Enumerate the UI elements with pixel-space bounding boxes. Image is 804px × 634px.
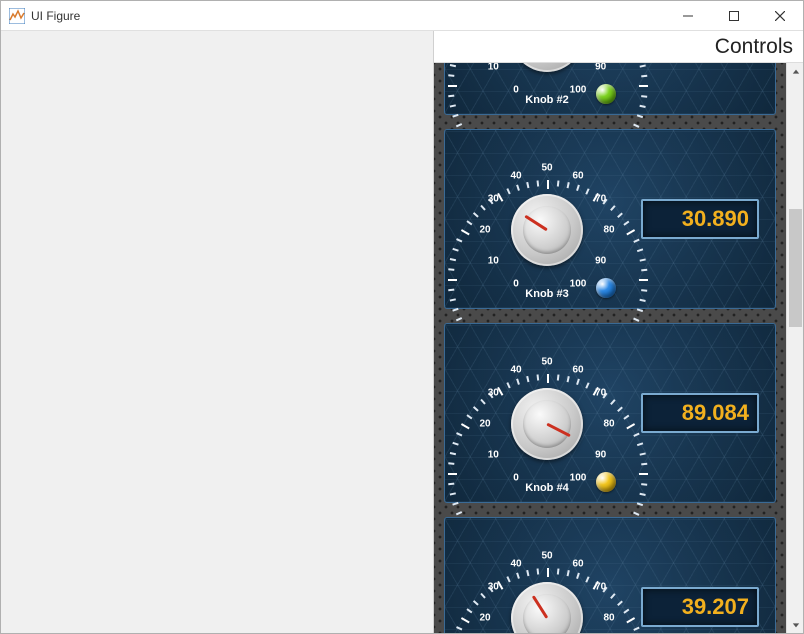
maximize-button[interactable]: [711, 1, 757, 30]
tick-label: 90: [595, 450, 606, 461]
tick-label: 40: [510, 559, 521, 570]
status-lamp: [596, 278, 616, 298]
tick-label: 0: [513, 84, 519, 95]
tick-label: 10: [488, 450, 499, 461]
tick-label: 10: [488, 63, 499, 73]
controls-scroll-area: 0102030405060708090100Knob #201020304050…: [434, 63, 786, 633]
knob-dial[interactable]: 0102030405060708090100: [515, 586, 579, 633]
scroll-down-button[interactable]: [787, 616, 803, 633]
tick-label: 40: [510, 171, 521, 182]
scroll-up-button[interactable]: [787, 63, 803, 80]
tick-label: 0: [513, 472, 519, 483]
tick-label: 90: [595, 256, 606, 267]
knob-label: Knob #2: [525, 94, 568, 106]
app-icon: [9, 8, 25, 24]
tick-label: 40: [510, 365, 521, 376]
tick-label: 10: [488, 256, 499, 267]
window-titlebar: UI Figure: [1, 1, 803, 31]
tick-label: 0: [513, 278, 519, 289]
tick-label: 100: [570, 84, 587, 95]
tick-label: 80: [603, 419, 614, 430]
tick-label: 70: [595, 582, 606, 593]
tick-label: 60: [572, 559, 583, 570]
tick-label: 30: [488, 388, 499, 399]
knob-readout: 89.084: [641, 393, 759, 433]
knob-label: Knob #3: [525, 288, 568, 300]
knob-dial[interactable]: 0102030405060708090100: [515, 392, 579, 456]
status-lamp: [596, 472, 616, 492]
window-title: UI Figure: [31, 9, 665, 23]
status-lamp: [596, 84, 616, 104]
tick-label: 50: [541, 163, 552, 174]
tick-label: 20: [479, 613, 490, 624]
controls-panel: Controls 0102030405060708090100Knob #201…: [433, 31, 803, 633]
knob-dial[interactable]: 0102030405060708090100: [515, 198, 579, 262]
scrollbar[interactable]: [786, 63, 803, 633]
tick-label: 30: [488, 194, 499, 205]
minimize-button[interactable]: [665, 1, 711, 30]
scrollbar-thumb[interactable]: [789, 209, 802, 327]
tick-label: 100: [570, 278, 587, 289]
knob-card: 0102030405060708090100Knob #539.207: [444, 517, 776, 633]
knob-card: 0102030405060708090100 Knob #2: [444, 63, 776, 115]
knob-readout: 30.890: [641, 199, 759, 239]
panel-title: Controls: [434, 31, 803, 63]
tick-label: 50: [541, 551, 552, 562]
tick-label: 70: [595, 194, 606, 205]
tick-label: 30: [488, 582, 499, 593]
knob-label: Knob #4: [525, 482, 568, 494]
tick-label: 70: [595, 388, 606, 399]
knob-card: 0102030405060708090100Knob #330.890: [444, 129, 776, 309]
tick-label: 80: [603, 613, 614, 624]
figure-canvas: [1, 31, 433, 633]
tick-label: 90: [595, 63, 606, 73]
tick-label: 100: [570, 472, 587, 483]
tick-label: 20: [479, 225, 490, 236]
tick-label: 80: [603, 225, 614, 236]
tick-label: 60: [572, 365, 583, 376]
close-button[interactable]: [757, 1, 803, 30]
knob-dial[interactable]: 0102030405060708090100: [515, 63, 579, 68]
tick-label: 60: [572, 171, 583, 182]
tick-label: 20: [479, 419, 490, 430]
knob-card: 0102030405060708090100Knob #489.084: [444, 323, 776, 503]
tick-label: 50: [541, 357, 552, 368]
knob-readout: 39.207: [641, 587, 759, 627]
